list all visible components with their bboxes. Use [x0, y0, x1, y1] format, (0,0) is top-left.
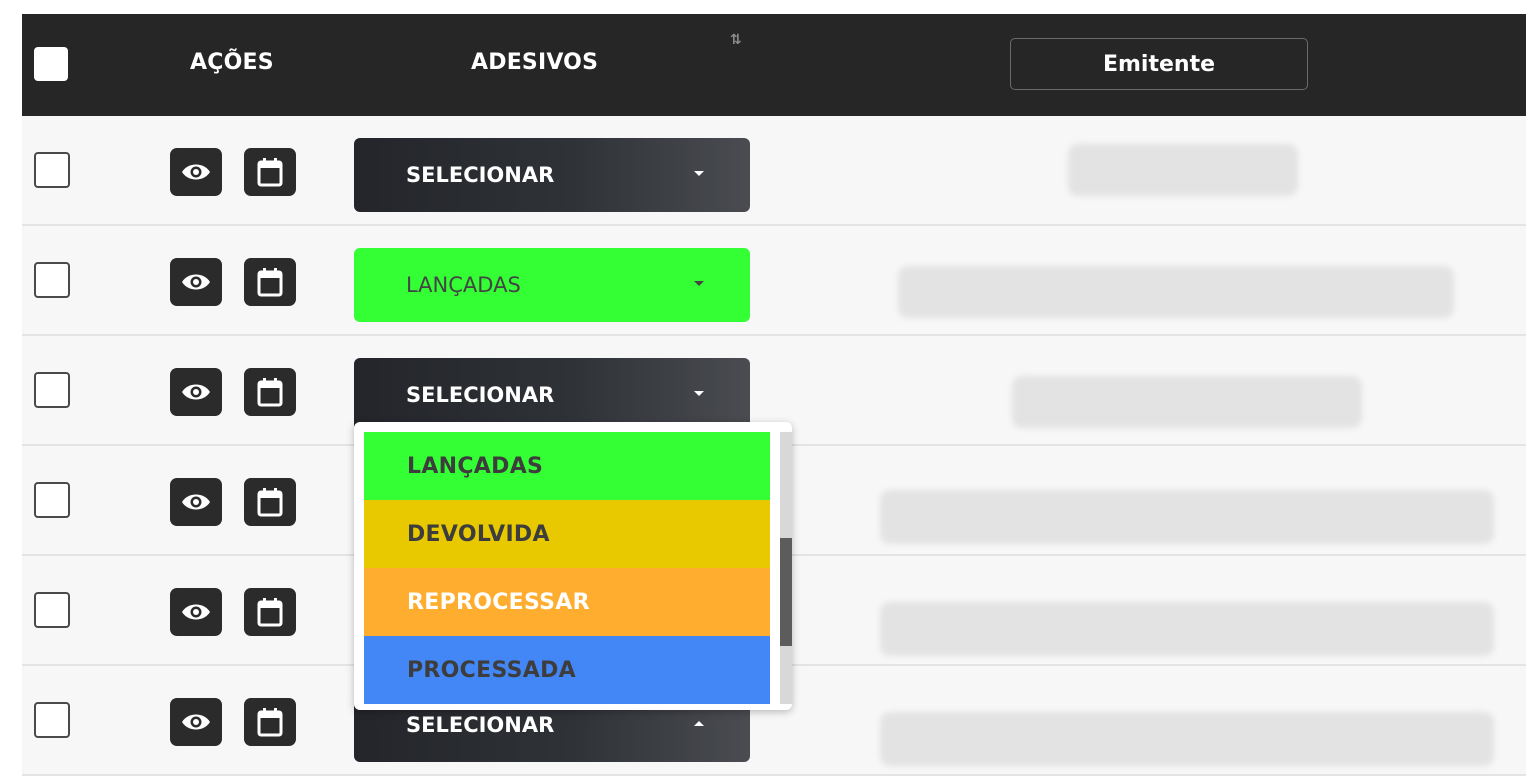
sticker-select[interactable]: SELECIONAR	[354, 358, 750, 432]
emitente-value-redacted	[880, 490, 1494, 544]
data-table: AÇÕES ADESIVOS ⇅ Emitente SELECIONAR LAN…	[22, 14, 1526, 776]
emitente-value-redacted	[1068, 144, 1298, 196]
sticker-select[interactable]: LANÇADAS	[354, 248, 750, 322]
sort-icon[interactable]: ⇅	[730, 32, 742, 48]
view-button[interactable]	[170, 698, 222, 746]
sticker-select-label: SELECIONAR	[406, 163, 555, 187]
emitente-value-redacted	[898, 266, 1454, 318]
view-button[interactable]	[170, 258, 222, 306]
eye-icon	[182, 274, 210, 290]
emitente-value-redacted	[1012, 376, 1362, 428]
view-button[interactable]	[170, 148, 222, 196]
eye-icon	[182, 494, 210, 510]
calendar-button[interactable]	[244, 478, 296, 526]
sticker-select[interactable]: SELECIONAR	[354, 138, 750, 212]
option-label: PROCESSADA	[407, 657, 576, 683]
table-row: LANÇADAS	[22, 226, 1526, 336]
calendar-icon	[257, 488, 283, 517]
dropdown-option-reprocessar[interactable]: REPROCESSAR	[364, 568, 770, 636]
eye-icon	[182, 604, 210, 620]
calendar-button[interactable]	[244, 588, 296, 636]
calendar-button[interactable]	[244, 698, 296, 746]
table-header: AÇÕES ADESIVOS ⇅ Emitente	[22, 14, 1526, 116]
emitente-value-redacted	[880, 602, 1494, 656]
eye-icon	[182, 714, 210, 730]
calendar-button[interactable]	[244, 368, 296, 416]
chevron-down-icon	[694, 391, 704, 396]
row-checkbox[interactable]	[34, 372, 70, 408]
calendar-icon	[257, 598, 283, 627]
row-checkbox[interactable]	[34, 702, 70, 738]
option-label: LANÇADAS	[407, 453, 544, 479]
dropdown-option-devolvida[interactable]: DEVOLVIDA	[364, 500, 770, 568]
option-label: DEVOLVIDA	[407, 521, 550, 547]
calendar-button[interactable]	[244, 258, 296, 306]
emitente-filter-button[interactable]: Emitente	[1010, 38, 1308, 90]
chevron-up-icon	[694, 721, 704, 726]
eye-icon	[182, 384, 210, 400]
dropdown-option-lancadas[interactable]: LANÇADAS	[364, 432, 770, 500]
eye-icon	[182, 164, 210, 180]
row-checkbox[interactable]	[34, 482, 70, 518]
chevron-down-icon	[694, 281, 704, 286]
calendar-icon	[257, 708, 283, 737]
sticker-select-label: LANÇADAS	[406, 273, 521, 297]
row-checkbox[interactable]	[34, 152, 70, 188]
select-all-checkbox[interactable]	[34, 47, 68, 81]
calendar-icon	[257, 378, 283, 407]
view-button[interactable]	[170, 368, 222, 416]
view-button[interactable]	[170, 478, 222, 526]
option-label: REPROCESSAR	[407, 589, 590, 615]
row-checkbox[interactable]	[34, 262, 70, 298]
header-acoes: AÇÕES	[190, 50, 274, 75]
row-checkbox[interactable]	[34, 592, 70, 628]
sticker-select-label: SELECIONAR	[406, 383, 555, 407]
chevron-down-icon	[694, 171, 704, 176]
calendar-icon	[257, 268, 283, 297]
view-button[interactable]	[170, 588, 222, 636]
calendar-button[interactable]	[244, 148, 296, 196]
sticker-select-label: SELECIONAR	[406, 713, 555, 737]
table-row: SELECIONAR	[22, 116, 1526, 226]
emitente-value-redacted	[880, 712, 1494, 766]
dropdown-scrollbar-thumb[interactable]	[780, 538, 792, 646]
header-adesivos: ADESIVOS	[471, 50, 599, 75]
dropdown-option-processada[interactable]: PROCESSADA	[364, 636, 770, 704]
calendar-icon	[257, 158, 283, 187]
sticker-dropdown-menu: LANÇADAS DEVOLVIDA REPROCESSAR PROCESSAD…	[354, 422, 792, 710]
